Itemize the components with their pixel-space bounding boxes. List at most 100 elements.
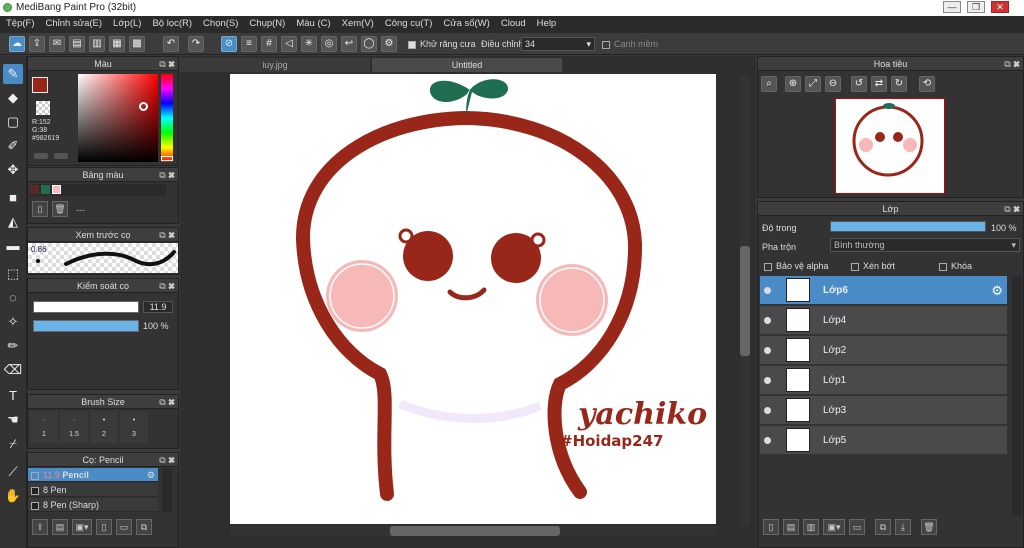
palette-swatch[interactable] bbox=[52, 185, 61, 194]
move-tool-icon[interactable]: ✥ bbox=[3, 160, 23, 180]
hue-slider[interactable] bbox=[161, 74, 173, 162]
fit-icon[interactable]: ⤢ bbox=[805, 76, 821, 92]
duplicate-layer-icon[interactable]: ⧉ bbox=[875, 519, 891, 535]
brush-opacity-slider[interactable] bbox=[33, 320, 139, 332]
foreground-swatch[interactable] bbox=[32, 77, 48, 93]
eye-icon[interactable] bbox=[764, 377, 771, 384]
color-swap-button[interactable] bbox=[54, 153, 68, 159]
tab-iuy[interactable]: iuy.jpg bbox=[180, 58, 370, 72]
gear-icon[interactable]: ⚙ bbox=[991, 283, 1003, 299]
grid-icon[interactable]: ▦ bbox=[109, 36, 125, 52]
vanish-snap-icon[interactable]: ◁ bbox=[281, 36, 297, 52]
minimize-button[interactable]: — bbox=[943, 1, 961, 13]
zoom-in-icon[interactable]: ⊕ bbox=[785, 76, 801, 92]
zoom-out-icon[interactable]: ⊖ bbox=[825, 76, 841, 92]
add-brush-icon[interactable]: ⇪ bbox=[32, 519, 48, 535]
gear-icon[interactable]: ⚙ bbox=[147, 468, 155, 482]
ellipse-snap-icon[interactable]: ◯ bbox=[361, 36, 377, 52]
brush-copy-icon[interactable]: ⧉ bbox=[136, 519, 152, 535]
layer-row[interactable]: Lớp2 bbox=[760, 336, 1007, 365]
curve-snap-icon[interactable]: ↩ bbox=[341, 36, 357, 52]
operation-tool-icon[interactable]: ☚ bbox=[3, 410, 23, 430]
eye-icon[interactable] bbox=[764, 437, 771, 444]
saturation-value-picker[interactable] bbox=[78, 74, 158, 162]
drawing-canvas[interactable]: yachiko #Hoidap247 bbox=[230, 74, 716, 524]
eye-icon[interactable] bbox=[764, 347, 771, 354]
comment-icon[interactable]: ✉ bbox=[49, 36, 65, 52]
menu-tools[interactable]: Công cụ(T) bbox=[379, 16, 438, 29]
layer-row[interactable]: Lớp1 bbox=[760, 366, 1007, 395]
menu-snap[interactable]: Chụp(N) bbox=[243, 16, 290, 29]
soft-edge-checkbox[interactable] bbox=[602, 40, 610, 49]
menu-filter[interactable]: Bộ lọc(R) bbox=[146, 16, 197, 29]
lock-checkbox[interactable] bbox=[939, 262, 947, 271]
flip-icon[interactable]: ⇄ bbox=[871, 76, 887, 92]
new-layer-icon[interactable]: ▯ bbox=[763, 519, 779, 535]
panel-controls-icon[interactable]: ⧉ ✖ bbox=[159, 228, 175, 242]
gradient-tool-icon[interactable]: ▬ bbox=[3, 236, 23, 256]
bucket-tool-icon[interactable]: ◭ bbox=[3, 212, 23, 232]
antialias-checkbox[interactable] bbox=[408, 40, 416, 49]
panel-controls-icon[interactable]: ⧉ ✖ bbox=[159, 395, 175, 409]
brush-page-icon[interactable]: ▯ bbox=[96, 519, 112, 535]
brush-size-preset[interactable]: · 1 bbox=[30, 411, 58, 443]
menu-cloud[interactable]: Cloud bbox=[495, 16, 531, 29]
new-halftone-layer-icon[interactable]: ▤ bbox=[783, 519, 799, 535]
lasso-tool-icon[interactable]: ◌ bbox=[3, 288, 23, 308]
panel-controls-icon[interactable]: ⧉ ✖ bbox=[159, 453, 175, 467]
rotate-right-icon[interactable]: ↻ bbox=[891, 76, 907, 92]
brush-tool-icon[interactable]: ✎ bbox=[3, 64, 23, 84]
layer-opacity-slider[interactable] bbox=[830, 221, 986, 232]
layer-scrollbar[interactable] bbox=[1012, 276, 1022, 516]
redo-icon[interactable]: ↷ bbox=[188, 36, 204, 52]
radial-snap-icon[interactable]: ✳ bbox=[301, 36, 317, 52]
protect-alpha-checkbox[interactable] bbox=[764, 262, 772, 271]
palette-swatch[interactable] bbox=[30, 185, 39, 194]
layer-row[interactable]: Lớp6 ⚙ bbox=[760, 276, 1007, 305]
panel-controls-icon[interactable]: ⧉ ✖ bbox=[1004, 57, 1020, 71]
brush-size-preset[interactable]: • 2 bbox=[90, 411, 118, 443]
cross-snap-icon[interactable]: # bbox=[261, 36, 277, 52]
brush-folder-icon[interactable]: ▭ bbox=[116, 519, 132, 535]
vertical-scrollbar[interactable] bbox=[740, 76, 750, 526]
menu-window[interactable]: Cửa sổ(W) bbox=[437, 16, 494, 29]
brush-size-preset[interactable]: · 1.5 bbox=[60, 411, 88, 443]
zoom-icon[interactable]: ⌕ bbox=[761, 76, 777, 92]
correction-select[interactable]: 34 ▾ bbox=[521, 37, 595, 51]
brush-list-scrollbar[interactable] bbox=[162, 468, 172, 512]
brush-size-value[interactable]: 11.9 bbox=[143, 301, 173, 313]
menu-view[interactable]: Xem(V) bbox=[336, 16, 379, 29]
brush-item-pen-sharp[interactable]: 8 Pen (Sharp) bbox=[28, 498, 158, 512]
brush-size-slider[interactable] bbox=[33, 301, 139, 313]
undo-icon[interactable]: ↶ bbox=[163, 36, 179, 52]
hue-handle[interactable] bbox=[161, 156, 173, 161]
trash-icon[interactable]: 🗑 bbox=[52, 201, 68, 217]
close-button[interactable]: ✕ bbox=[991, 1, 1009, 13]
transparent-swatch[interactable] bbox=[36, 101, 50, 115]
color-picker-cursor[interactable] bbox=[139, 102, 148, 111]
brush-item-pen[interactable]: 8 Pen bbox=[28, 483, 158, 497]
parallel-snap-icon[interactable]: ≡ bbox=[241, 36, 257, 52]
color-mode-button[interactable] bbox=[34, 153, 48, 159]
text-tool-icon[interactable]: T bbox=[3, 386, 23, 406]
cloud-icon[interactable]: ☁ bbox=[9, 36, 25, 52]
delete-layer-icon[interactable]: 🗑 bbox=[921, 519, 937, 535]
brush-menu-icon[interactable]: ▤ bbox=[52, 519, 68, 535]
horizontal-scrollbar[interactable] bbox=[230, 526, 716, 536]
menu-select[interactable]: Chọn(S) bbox=[197, 16, 243, 29]
rotate-left-icon[interactable]: ↺ bbox=[851, 76, 867, 92]
layer-row[interactable]: Lớp3 bbox=[760, 396, 1007, 425]
maximize-button[interactable]: ❐ bbox=[967, 1, 985, 13]
eye-icon[interactable] bbox=[764, 407, 771, 414]
eye-icon[interactable] bbox=[764, 317, 771, 324]
select-eraser-icon[interactable]: ⌫ bbox=[3, 360, 23, 380]
panel-controls-icon[interactable]: ⧉ ✖ bbox=[159, 168, 175, 182]
chat-icon[interactable]: ▤ bbox=[69, 36, 85, 52]
eye-icon[interactable] bbox=[764, 287, 771, 294]
layer-row[interactable]: Lớp5 bbox=[760, 426, 1007, 455]
brush-size-preset[interactable]: • 3 bbox=[120, 411, 148, 443]
new-palette-icon[interactable]: ▯ bbox=[32, 201, 48, 217]
merge-layer-icon[interactable]: ⤓ bbox=[895, 519, 911, 535]
new-8bit-layer-icon[interactable]: ▥ bbox=[803, 519, 819, 535]
panel-controls-icon[interactable]: ⧉ ✖ bbox=[159, 57, 175, 71]
